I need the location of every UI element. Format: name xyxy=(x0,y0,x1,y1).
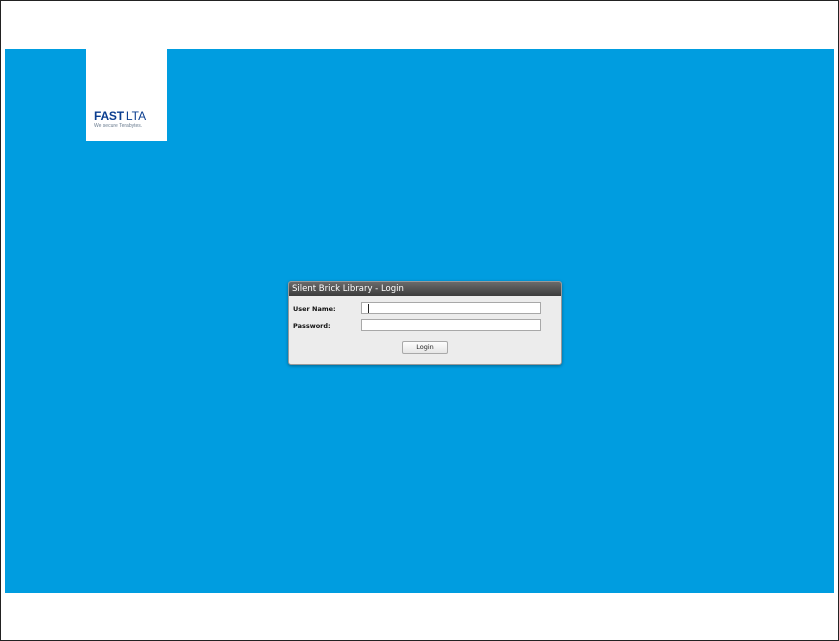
login-dialog: Silent Brick Library - Login User Name: … xyxy=(288,281,562,365)
password-label: Password: xyxy=(293,322,331,330)
logo-wordmark: FAST LTA xyxy=(94,110,146,122)
fast-lta-logo: FAST LTA We secure Terabytes. xyxy=(86,49,167,141)
username-input[interactable] xyxy=(361,302,541,314)
password-row: Password: xyxy=(293,319,557,333)
logo-brand-bold: FAST xyxy=(94,109,124,123)
logo-brand-light: LTA xyxy=(125,109,147,123)
username-label: User Name: xyxy=(293,305,336,313)
logo-tagline: We secure Terabytes. xyxy=(94,123,143,129)
login-dialog-title: Silent Brick Library - Login xyxy=(289,282,561,296)
username-row: User Name: xyxy=(293,302,557,316)
password-input[interactable] xyxy=(361,319,541,331)
login-button[interactable]: Login xyxy=(402,341,448,354)
text-cursor xyxy=(368,304,369,313)
